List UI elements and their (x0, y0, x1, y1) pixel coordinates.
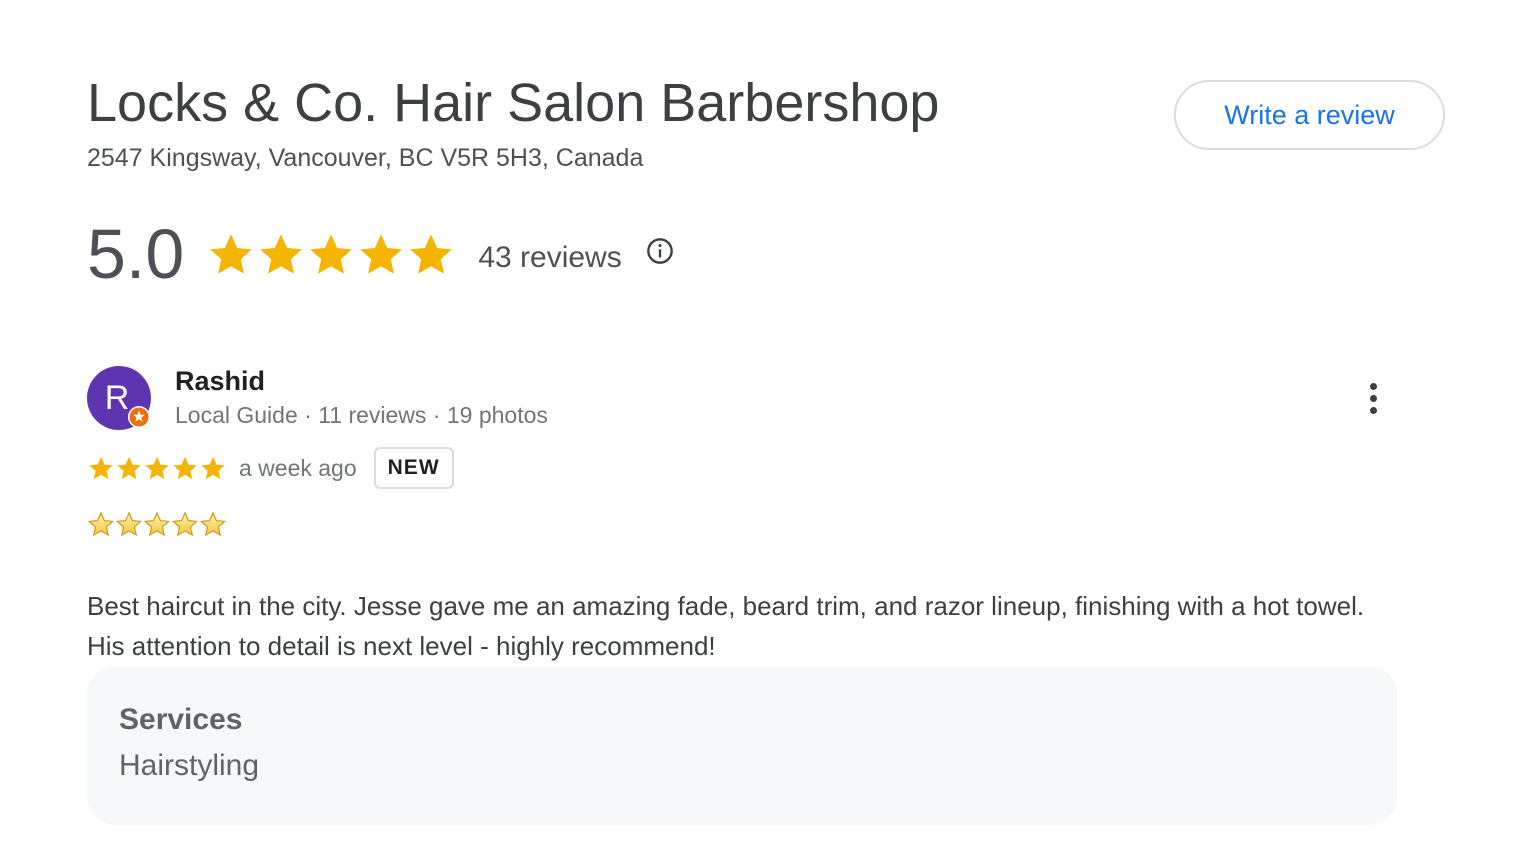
star-icon (201, 456, 225, 480)
star-emoji-icon (115, 511, 143, 537)
star-emoji-icon (87, 511, 115, 537)
star-emoji-icon (171, 511, 199, 537)
local-guide-badge-icon (128, 406, 150, 428)
services-value: Hairstyling (119, 749, 260, 782)
rating-summary: 5.0 43 reviews (87, 214, 674, 294)
star-icon (145, 456, 169, 480)
info-icon[interactable] (646, 237, 674, 265)
star-emoji-icon (199, 511, 227, 537)
star-icon (117, 456, 141, 480)
review-rating-row: a week ago NEW (87, 446, 454, 490)
star-icon (173, 456, 197, 480)
more-options-button[interactable] (1356, 376, 1390, 420)
review-time: a week ago (239, 454, 357, 481)
average-rating: 5.0 (87, 215, 185, 293)
rating-stars (206, 229, 456, 279)
more-vert-dot (1369, 406, 1377, 414)
new-badge: NEW (373, 447, 454, 489)
reviewer-name[interactable]: Rashid (175, 365, 265, 397)
services-label: Services (119, 703, 243, 736)
star-icon (89, 456, 113, 480)
review-count[interactable]: 43 reviews (478, 241, 621, 275)
services-box: Services Hairstyling (87, 666, 1397, 825)
business-address: 2547 Kingsway, Vancouver, BC V5R 5H3, Ca… (87, 144, 644, 172)
write-review-button[interactable]: Write a review (1174, 80, 1445, 150)
emoji-stars (87, 510, 227, 538)
review-text: Best haircut in the city. Jesse gave me … (87, 591, 1365, 661)
star-icon (310, 234, 353, 274)
more-vert-dot (1369, 382, 1377, 390)
more-vert-dot (1369, 394, 1377, 402)
star-icon (410, 234, 453, 274)
reviewer-meta: Local Guide · 11 reviews · 19 photos (175, 402, 548, 428)
star-emoji-icon (143, 511, 171, 537)
star-icon (260, 234, 303, 274)
business-title: Locks & Co. Hair Salon Barbershop (87, 73, 940, 133)
avatar-initial: R (104, 378, 130, 417)
star-icon (360, 234, 403, 274)
star-icon (210, 234, 253, 274)
